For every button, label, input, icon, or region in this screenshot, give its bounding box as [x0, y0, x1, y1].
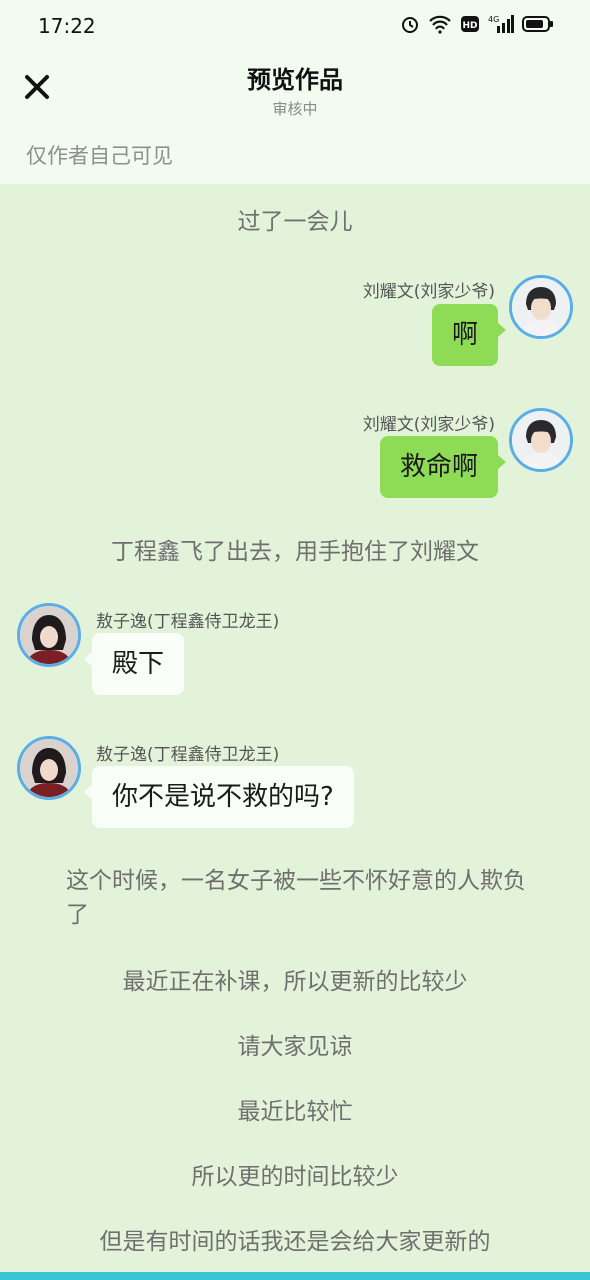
4g-signal-icon: 4G [488, 14, 514, 34]
visibility-note: 仅作者自己可见 [26, 144, 173, 168]
svg-text:4G: 4G [488, 15, 499, 24]
message-bubble[interactable]: 殿下 [83, 633, 185, 695]
narration-text: 最近正在补课，所以更新的比较少 [122, 969, 468, 995]
avatar-portrait-icon [20, 606, 78, 664]
avatar-portrait-icon [512, 411, 570, 469]
narration-text: 但是有时间的话我还是会给大家更新的 [99, 1229, 491, 1255]
avatar[interactable] [509, 408, 573, 472]
bottom-accent-bar [0, 1272, 590, 1280]
avatar[interactable] [17, 603, 81, 667]
narration-text: 这个时候，一名女子被一些不怀好意的人欺负了 [66, 868, 526, 928]
narration-text: 所以更的时间比较少 [191, 1164, 399, 1190]
top-bar: 17:22 HD 4G 预览作品 审核中 仅作者自己可见 [0, 0, 590, 184]
speaker-name: 敖子逸(丁程鑫侍卫龙王) [96, 612, 280, 632]
avatar-portrait-icon [20, 739, 78, 797]
review-status: 审核中 [272, 100, 318, 118]
alarm-icon [400, 14, 420, 34]
wifi-icon [428, 14, 452, 34]
message-bubble[interactable]: 啊 [431, 304, 507, 366]
narration-text: 丁程鑫飞了出去，用手抱住了刘耀文 [111, 539, 479, 565]
hd-icon: HD [460, 14, 480, 34]
speaker-name: 刘耀文(刘家少爷) [362, 415, 495, 435]
avatar-portrait-icon [512, 278, 570, 336]
status-time: 17:22 [38, 14, 96, 38]
speaker-name: 刘耀文(刘家少爷) [362, 282, 495, 302]
narration-text: 过了一会儿 [237, 209, 353, 235]
svg-text:HD: HD [462, 21, 477, 31]
message-bubble[interactable]: 你不是说不救的吗? [84, 766, 354, 828]
page-title: 预览作品 [247, 66, 343, 94]
speaker-name: 敖子逸(丁程鑫侍卫龙王) [96, 745, 280, 765]
narration-text: 请大家见谅 [237, 1034, 353, 1060]
narration-text: 最近比较忙 [237, 1099, 353, 1125]
battery-icon [522, 15, 554, 33]
message-bubble[interactable]: 救命啊 [379, 436, 507, 498]
status-icons: HD 4G [400, 14, 554, 34]
status-bar: 17:22 HD 4G [0, 0, 590, 52]
avatar[interactable] [509, 275, 573, 339]
avatar[interactable] [17, 736, 81, 800]
